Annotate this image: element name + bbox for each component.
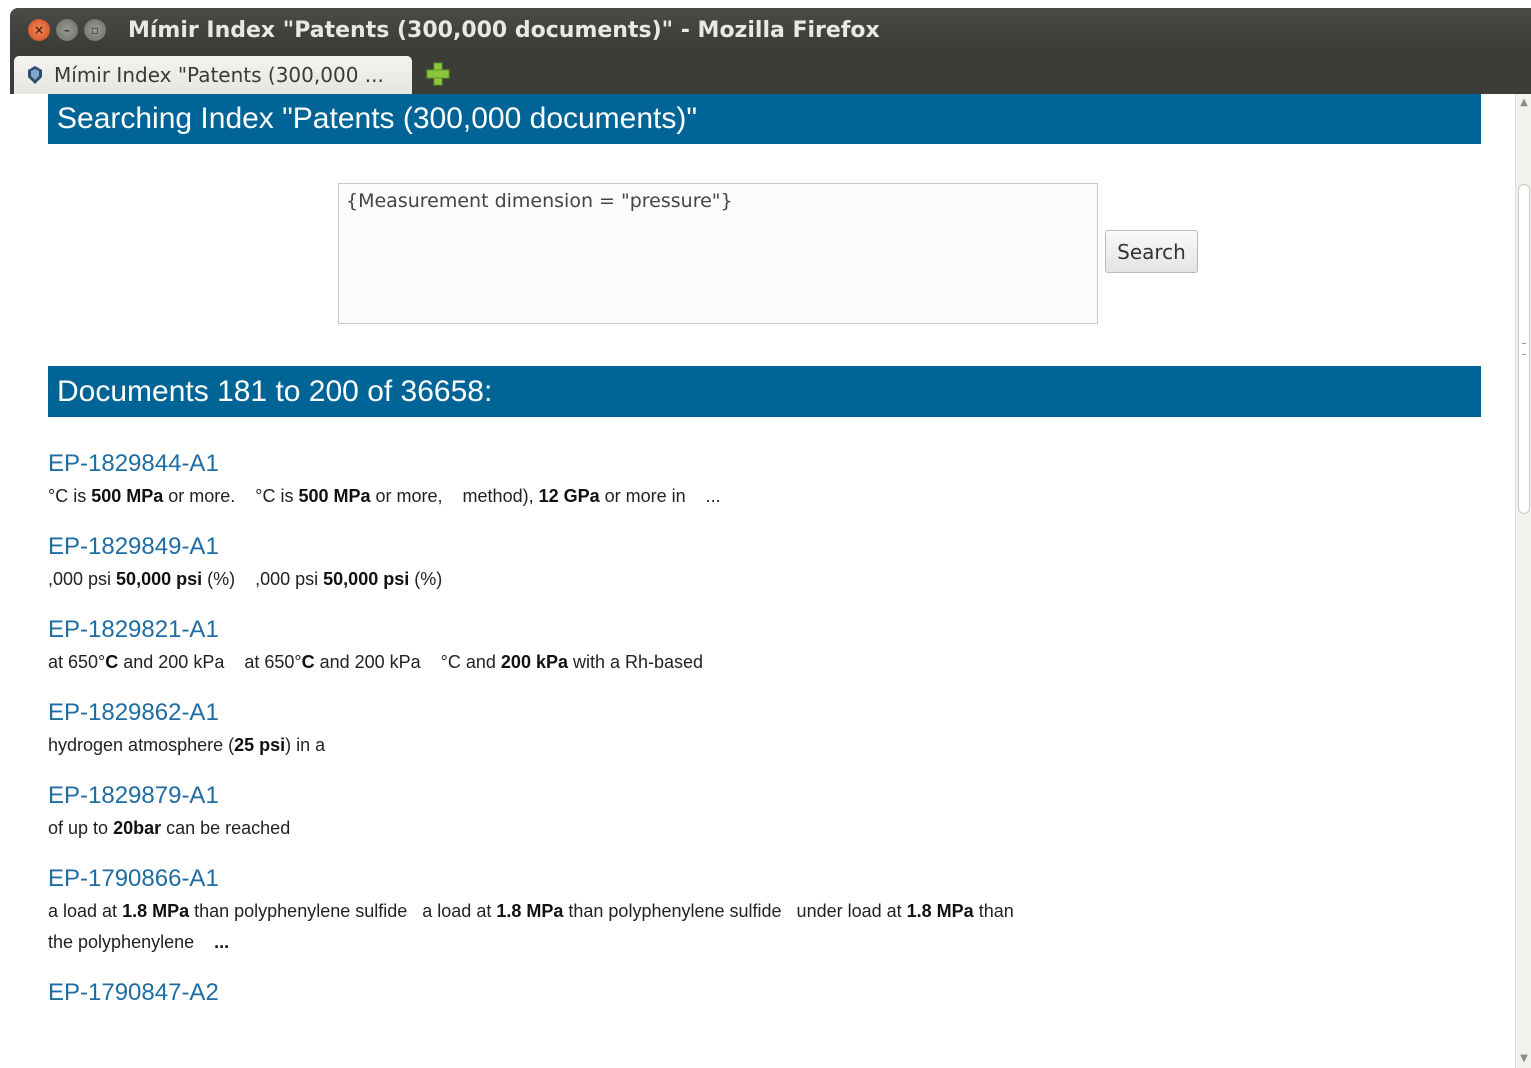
close-icon[interactable]: ×	[28, 19, 50, 41]
snippet-text: hydrogen atmosphere (	[48, 735, 235, 755]
snippet-text: (%)	[409, 569, 443, 589]
result-link[interactable]: EP-1829879-A1	[48, 781, 1248, 811]
snippet-match: 500 MPa	[298, 486, 371, 506]
snippet-match: 500 MPa	[91, 486, 164, 506]
snippet-text: than polyphenylene sulfide under load at	[563, 901, 907, 921]
snippet-match: C	[301, 652, 315, 672]
result-snippet: of up to 20bar can be reached	[48, 813, 1248, 844]
scroll-down-icon[interactable]: ▼	[1519, 1054, 1529, 1064]
snippet-match: 12 GPa	[538, 486, 600, 506]
window-titlebar: × – ▫ Mímir Index "Patents (300,000 docu…	[10, 8, 1531, 52]
snippet-text: ) in a	[285, 735, 326, 755]
snippet-text: with a Rh-based	[567, 652, 704, 672]
favicon-icon	[26, 65, 44, 85]
tab-label: Mímir Index "Patents (300,000 ...	[54, 63, 384, 87]
minimize-icon[interactable]: –	[56, 19, 78, 41]
result-link[interactable]: EP-1829844-A1	[48, 449, 1248, 479]
grip-icon	[1522, 343, 1526, 355]
results-list: EP-1829844-A1 °C is 500 MPa or more. °C i…	[48, 449, 1248, 1028]
plus-icon	[426, 62, 450, 86]
snippet-text: can be reached	[161, 818, 291, 838]
results-heading: Documents 181 to 200 of 36658:	[48, 366, 1481, 417]
result-link[interactable]: EP-1790866-A1	[48, 864, 1248, 894]
search-button[interactable]: Search	[1105, 230, 1198, 273]
result-link[interactable]: EP-1829821-A1	[48, 615, 1248, 645]
result-link[interactable]: EP-1829862-A1	[48, 698, 1248, 728]
snippet-text: ,000 psi	[48, 569, 117, 589]
result-item: EP-1829821-A1 at 650°C and 200 kPa at 650…	[48, 615, 1248, 678]
result-item: EP-1829844-A1 °C is 500 MPa or more. °C i…	[48, 449, 1248, 512]
result-item: EP-1829879-A1 of up to 20bar can be reach…	[48, 781, 1248, 844]
result-snippet: a load at 1.8 MPa than polyphenylene sul…	[48, 896, 1248, 958]
snippet-text: at 650°	[48, 652, 106, 672]
snippet-match: 20bar	[113, 818, 162, 838]
result-link[interactable]: EP-1829849-A1	[48, 532, 1248, 562]
snippet-text: or more. °C is	[163, 486, 299, 506]
result-snippet: hydrogen atmosphere (25 psi) in a	[48, 730, 1248, 761]
scroll-up-icon[interactable]: ▲	[1519, 98, 1529, 108]
vertical-scrollbar[interactable]: ▲ ▼	[1515, 94, 1531, 1068]
maximize-icon[interactable]: ▫	[84, 19, 106, 41]
result-item: EP-1829849-A1,000 psi 50,000 psi (%) ,00…	[48, 532, 1248, 595]
scrollbar-thumb[interactable]	[1518, 184, 1530, 514]
window-title: Mímir Index "Patents (300,000 documents)…	[128, 17, 880, 43]
snippet-text: a load at	[48, 901, 123, 921]
result-item: EP-1790866-A1 a load at 1.8 MPa than poly…	[48, 864, 1248, 958]
snippet-text: and 200 kPa °C and	[314, 652, 501, 672]
snippet-match: C	[105, 652, 119, 672]
snippet-text: and 200 kPa at 650°	[118, 652, 302, 672]
result-item: EP-1790847-A2	[48, 978, 1248, 1008]
snippet-match: 1.8 MPa	[122, 901, 190, 921]
snippet-match: 50,000 psi	[323, 569, 410, 589]
result-link[interactable]: EP-1790847-A2	[48, 978, 1248, 1008]
snippet-text: than polyphenylene sulfide a load at	[189, 901, 497, 921]
query-input[interactable]	[338, 183, 1098, 324]
result-snippet: ,000 psi 50,000 psi (%) ,000 psi 50,000 …	[48, 564, 1248, 595]
snippet-text: or more in ...	[599, 486, 721, 506]
snippet-text: of up to	[48, 818, 114, 838]
snippet-match: 200 kPa	[500, 652, 568, 672]
snippet-text: °C is	[48, 486, 92, 506]
browser-tab[interactable]: Mímir Index "Patents (300,000 ...	[14, 56, 412, 94]
snippet-match: 1.8 MPa	[496, 901, 564, 921]
result-item: EP-1829862-A1 hydrogen atmosphere (25 psi…	[48, 698, 1248, 761]
result-snippet: at 650°C and 200 kPa at 650°C and 200 kP…	[48, 647, 1248, 678]
snippet-match: 25 psi	[234, 735, 286, 755]
tab-bar: Mímir Index "Patents (300,000 ...	[10, 52, 1531, 94]
new-tab-button[interactable]	[418, 56, 458, 92]
snippet-match: 50,000 psi	[116, 569, 203, 589]
snippet-text: or more, method),	[370, 486, 539, 506]
result-snippet: °C is 500 MPa or more. °C is 500 MPa or …	[48, 481, 1248, 512]
page-viewport: Searching Index "Patents (300,000 docume…	[10, 94, 1515, 1068]
snippet-match: 1.8 MPa	[906, 901, 974, 921]
snippet-text: (%) ,000 psi	[202, 569, 324, 589]
snippet-match: ...	[214, 932, 230, 952]
page-title: Searching Index "Patents (300,000 docume…	[48, 94, 1481, 144]
